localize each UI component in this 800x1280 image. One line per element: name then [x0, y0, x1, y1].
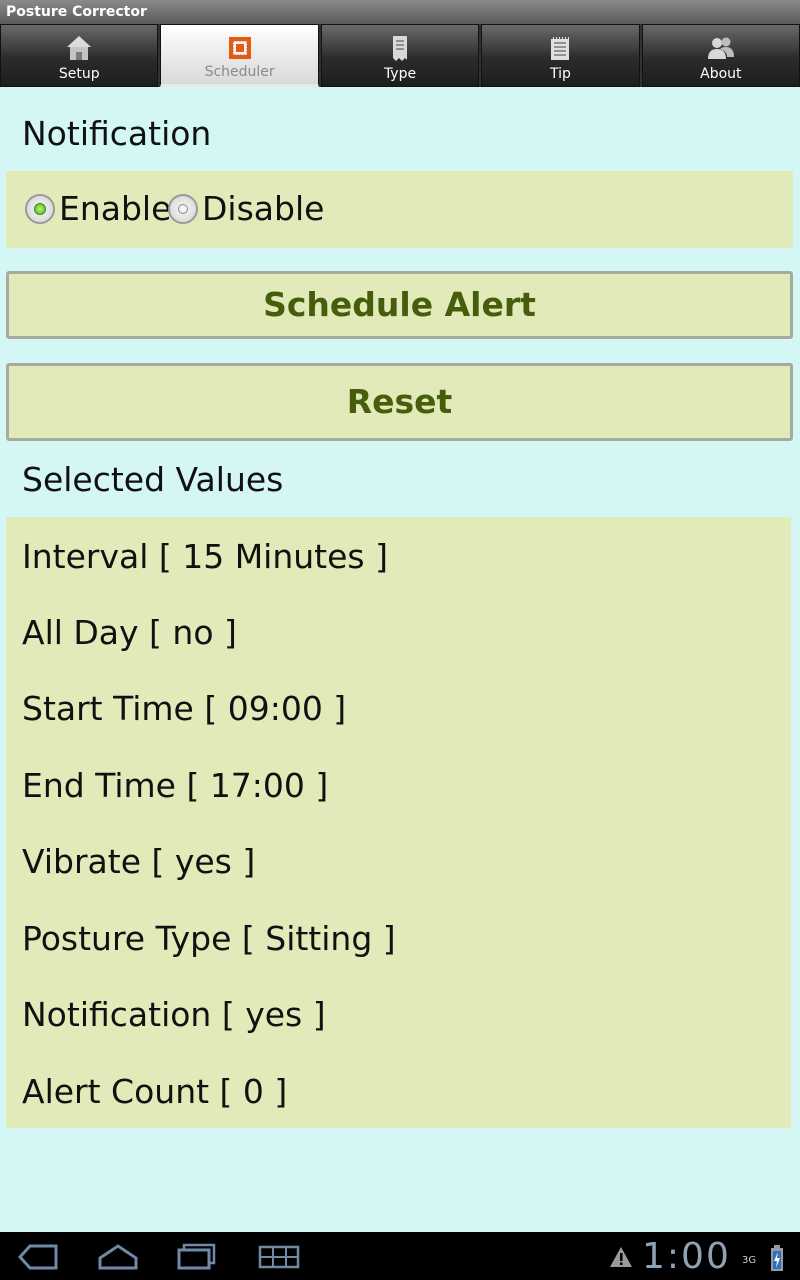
back-icon[interactable]	[16, 1244, 58, 1270]
tab-label: Tip	[549, 66, 571, 82]
tab-label: Type	[383, 66, 417, 82]
type-icon	[393, 36, 408, 61]
radio-dot-icon	[34, 203, 46, 215]
people-icon	[707, 37, 734, 59]
notification-heading: Notification	[22, 114, 212, 153]
clock-time: 1:00	[642, 1236, 731, 1277]
tab-scheduler[interactable]: Scheduler	[160, 24, 319, 87]
home-icon	[67, 36, 92, 60]
tab-setup[interactable]: Setup	[0, 24, 159, 87]
list-item: Start Time [ 09:00 ]	[22, 689, 347, 728]
list-item: Interval [ 15 Minutes ]	[22, 537, 388, 576]
list-item: Alert Count [ 0 ]	[22, 1072, 288, 1111]
tab-type[interactable]: Type	[320, 24, 480, 87]
disable-label[interactable]: Disable	[202, 189, 324, 228]
grid-icon[interactable]	[258, 1244, 300, 1270]
list-item: Notification [ yes ]	[22, 995, 326, 1034]
selected-values-list: Interval [ 15 Minutes ] All Day [ no ] S…	[6, 517, 791, 1128]
app-title: Posture Corrector	[0, 0, 800, 24]
battery-icon	[771, 1245, 783, 1271]
home-nav-icon[interactable]	[96, 1242, 140, 1270]
scheduler-icon	[228, 37, 251, 59]
tab-label: Setup	[58, 66, 100, 82]
enable-radio[interactable]	[25, 194, 55, 224]
notification-radio-group: Enable Disable	[6, 171, 793, 248]
reset-button[interactable]: Reset	[6, 363, 793, 441]
warning-icon	[610, 1247, 632, 1267]
tab-label: Scheduler	[204, 64, 275, 80]
tab-about[interactable]: About	[641, 24, 800, 87]
list-item: All Day [ no ]	[22, 613, 237, 652]
list-item: Vibrate [ yes ]	[22, 842, 256, 881]
enable-label[interactable]: Enable	[59, 189, 171, 228]
radio-dot-icon	[178, 204, 188, 214]
system-nav-bar: 1:00 3G	[0, 1232, 800, 1280]
selected-values-heading: Selected Values	[22, 460, 284, 499]
network-type: 3G	[742, 1255, 757, 1266]
schedule-alert-button[interactable]: Schedule Alert	[6, 271, 793, 339]
tab-tip[interactable]: Tip	[481, 24, 640, 87]
tab-bar: Setup Scheduler Type Tip About	[0, 24, 800, 87]
list-item: Posture Type [ Sitting ]	[22, 919, 396, 958]
notepad-icon	[551, 37, 570, 60]
recent-apps-icon[interactable]	[176, 1242, 218, 1270]
list-item: End Time [ 17:00 ]	[22, 766, 329, 805]
tab-label: About	[700, 66, 742, 82]
disable-radio[interactable]	[168, 194, 198, 224]
